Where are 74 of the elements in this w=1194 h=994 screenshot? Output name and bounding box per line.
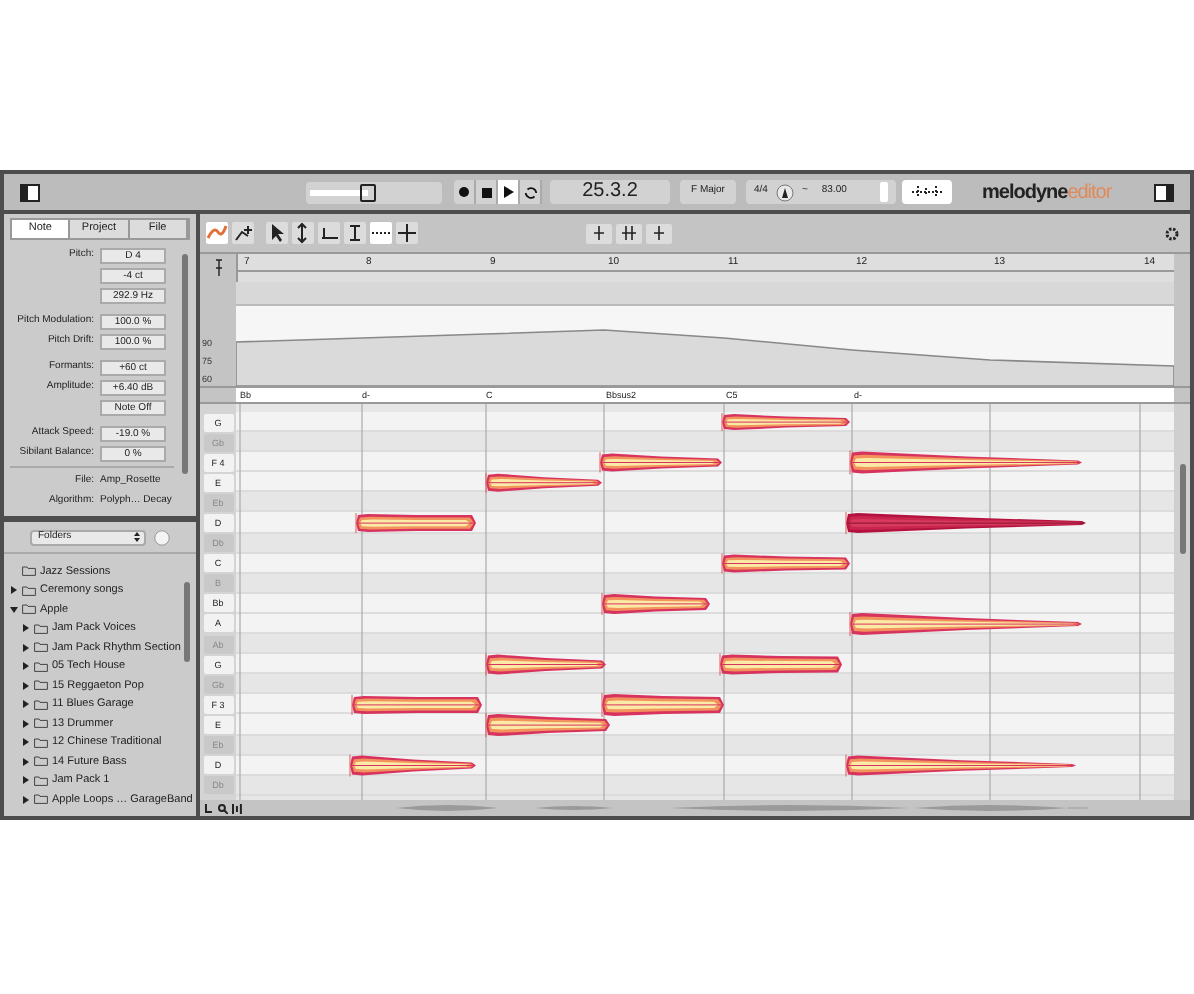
split-tool-icon — [396, 222, 418, 244]
expand-arrow-icon[interactable] — [22, 795, 30, 804]
scrollbar[interactable] — [1179, 464, 1185, 554]
tool-button[interactable] — [370, 222, 392, 244]
snap-button[interactable] — [616, 223, 642, 243]
play-button[interactable] — [498, 180, 520, 204]
expand-arrow-icon[interactable] — [10, 605, 18, 614]
snap-button[interactable] — [646, 223, 672, 243]
play-icon — [503, 186, 513, 198]
record-icon — [458, 186, 470, 198]
tool-button[interactable] — [344, 222, 366, 244]
expand-arrow-icon[interactable] — [22, 757, 30, 766]
panel-toggle-icon[interactable] — [1154, 183, 1174, 201]
record-button[interactable] — [454, 180, 476, 204]
note-blob[interactable] — [845, 511, 1086, 535]
note-blob[interactable] — [849, 611, 1082, 637]
align-icon — [652, 226, 666, 240]
tool-button[interactable] — [318, 222, 340, 244]
tempo-curve[interactable] — [236, 306, 1174, 386]
slider-thumb[interactable] — [359, 183, 376, 201]
tool-button[interactable] — [292, 222, 314, 244]
note-blob[interactable] — [355, 512, 476, 534]
align-icon — [592, 226, 606, 240]
waveform-icon[interactable] — [231, 803, 242, 813]
note-blob[interactable] — [351, 694, 482, 716]
tool-button[interactable] — [266, 222, 288, 244]
settings-icon[interactable] — [1164, 225, 1180, 241]
loop-button[interactable] — [520, 180, 542, 204]
loop-icon — [523, 185, 537, 199]
note-blob[interactable] — [349, 754, 476, 777]
note-blob[interactable] — [849, 450, 1082, 475]
pointer-icon — [266, 222, 288, 244]
tempo-detect-icon[interactable] — [902, 180, 952, 204]
align-icon — [622, 226, 636, 240]
expand-arrow-icon[interactable] — [22, 662, 30, 671]
note-blob[interactable] — [485, 472, 602, 494]
expand-arrow-icon[interactable] — [22, 643, 30, 652]
timing-tool-icon — [344, 222, 366, 244]
note-blob[interactable] — [721, 412, 850, 432]
position-display: 25.3.2 — [550, 180, 670, 204]
dropdown-arrow-icon — [134, 532, 140, 542]
logo-text: melodyne — [982, 179, 1068, 207]
note-blob[interactable] — [485, 712, 610, 738]
expand-arrow-icon[interactable] — [22, 719, 30, 728]
snap-button[interactable] — [586, 223, 612, 243]
scrollbar[interactable] — [182, 254, 188, 474]
note-blob[interactable] — [721, 553, 850, 574]
tool-button[interactable] — [396, 222, 418, 244]
panel-toggle-icon[interactable] — [20, 183, 40, 201]
scrollbar[interactable] — [184, 582, 190, 662]
macro-tool-icon — [232, 222, 254, 244]
time-signature-icon[interactable] — [213, 258, 223, 278]
tool-icon[interactable] — [204, 803, 214, 813]
note-blob[interactable] — [601, 692, 724, 718]
expand-arrow-icon[interactable] — [22, 738, 30, 747]
amplitude-tool-icon — [318, 222, 340, 244]
expand-arrow-icon[interactable] — [22, 681, 30, 690]
expand-arrow-icon[interactable] — [22, 700, 30, 709]
expand-arrow-icon[interactable] — [22, 624, 30, 633]
tool-button[interactable] — [232, 222, 254, 244]
note-blob[interactable] — [485, 653, 606, 676]
note-blob[interactable] — [599, 452, 722, 473]
note-blob[interactable] — [719, 653, 842, 676]
expand-arrow-icon[interactable] — [22, 776, 30, 785]
metronome-icon[interactable] — [775, 183, 794, 201]
logo-edition: editor — [1067, 179, 1112, 207]
preview-icon[interactable] — [154, 529, 170, 545]
expand-arrow-icon[interactable] — [10, 586, 18, 595]
note-blob[interactable] — [601, 592, 710, 616]
stop-icon — [481, 187, 491, 197]
position-slider[interactable] — [306, 181, 442, 203]
note-blob[interactable] — [845, 754, 1076, 777]
pitch-tool-icon — [206, 222, 228, 244]
magnifier-icon[interactable] — [217, 803, 228, 813]
